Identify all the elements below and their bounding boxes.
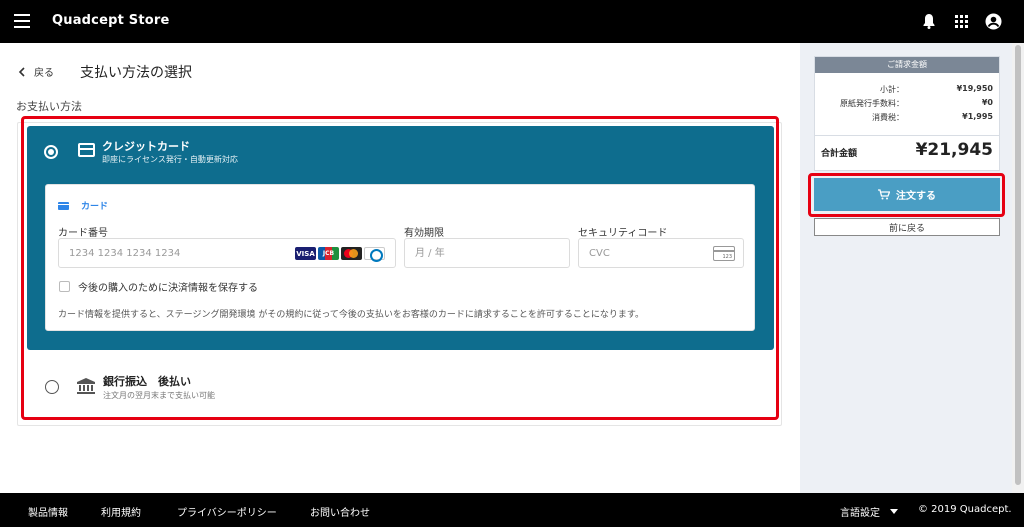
top-bar: Quadcept Store (0, 0, 1024, 43)
summary-row-value: ¥19,950 (956, 84, 993, 93)
apps-grid-icon[interactable] (952, 12, 970, 30)
footer-link-terms[interactable]: 利用規約 (101, 504, 141, 519)
page-scrollbar[interactable] (1012, 43, 1024, 493)
footer-link-privacy[interactable]: プライバシーポリシー (177, 504, 277, 519)
language-label: 言語設定 (840, 508, 880, 519)
summary-divider (815, 135, 999, 136)
app-title: Quadcept Store (52, 13, 170, 28)
summary-row-value: ¥0 (981, 98, 993, 107)
summary-row-value: ¥1,995 (962, 112, 993, 121)
highlight-order-button (808, 173, 1005, 217)
summary-row-label: 小計： (880, 85, 904, 94)
caret-down-icon (890, 509, 898, 514)
hamburger-menu-icon[interactable] (14, 14, 30, 28)
total-value: ¥21,945 (915, 140, 993, 160)
footer-link-products[interactable]: 製品情報 (28, 504, 68, 519)
billing-summary: ご請求金額 小計： ¥19,950 原紙発行手数料： ¥0 消費税： ¥1,99… (814, 56, 1000, 171)
chevron-left-icon (18, 66, 25, 77)
copyright: © 2019 Quadcept. (918, 504, 1012, 515)
payment-section-label: お支払い方法 (16, 100, 82, 113)
language-selector[interactable]: 言語設定 (840, 504, 898, 519)
back-link-label: 戻る (34, 68, 54, 79)
account-icon[interactable] (984, 12, 1002, 30)
highlight-payment-methods (21, 116, 779, 420)
bell-icon[interactable] (920, 12, 938, 30)
back-link[interactable]: 戻る (18, 64, 54, 79)
summary-row-label: 消費税： (872, 113, 904, 122)
billing-summary-header: ご請求金額 (815, 57, 999, 73)
page-title: 支払い方法の選択 (80, 65, 192, 81)
footer: 製品情報 利用規約 プライバシーポリシー お問い合わせ 言語設定 © 2019 … (0, 493, 1024, 527)
summary-row-label: 原紙発行手数料： (840, 99, 904, 108)
previous-step-button[interactable]: 前に戻る (814, 218, 1000, 236)
scrollbar-thumb[interactable] (1015, 45, 1021, 485)
total-label: 合計金額 (821, 149, 858, 159)
footer-link-contact[interactable]: お問い合わせ (310, 504, 370, 519)
